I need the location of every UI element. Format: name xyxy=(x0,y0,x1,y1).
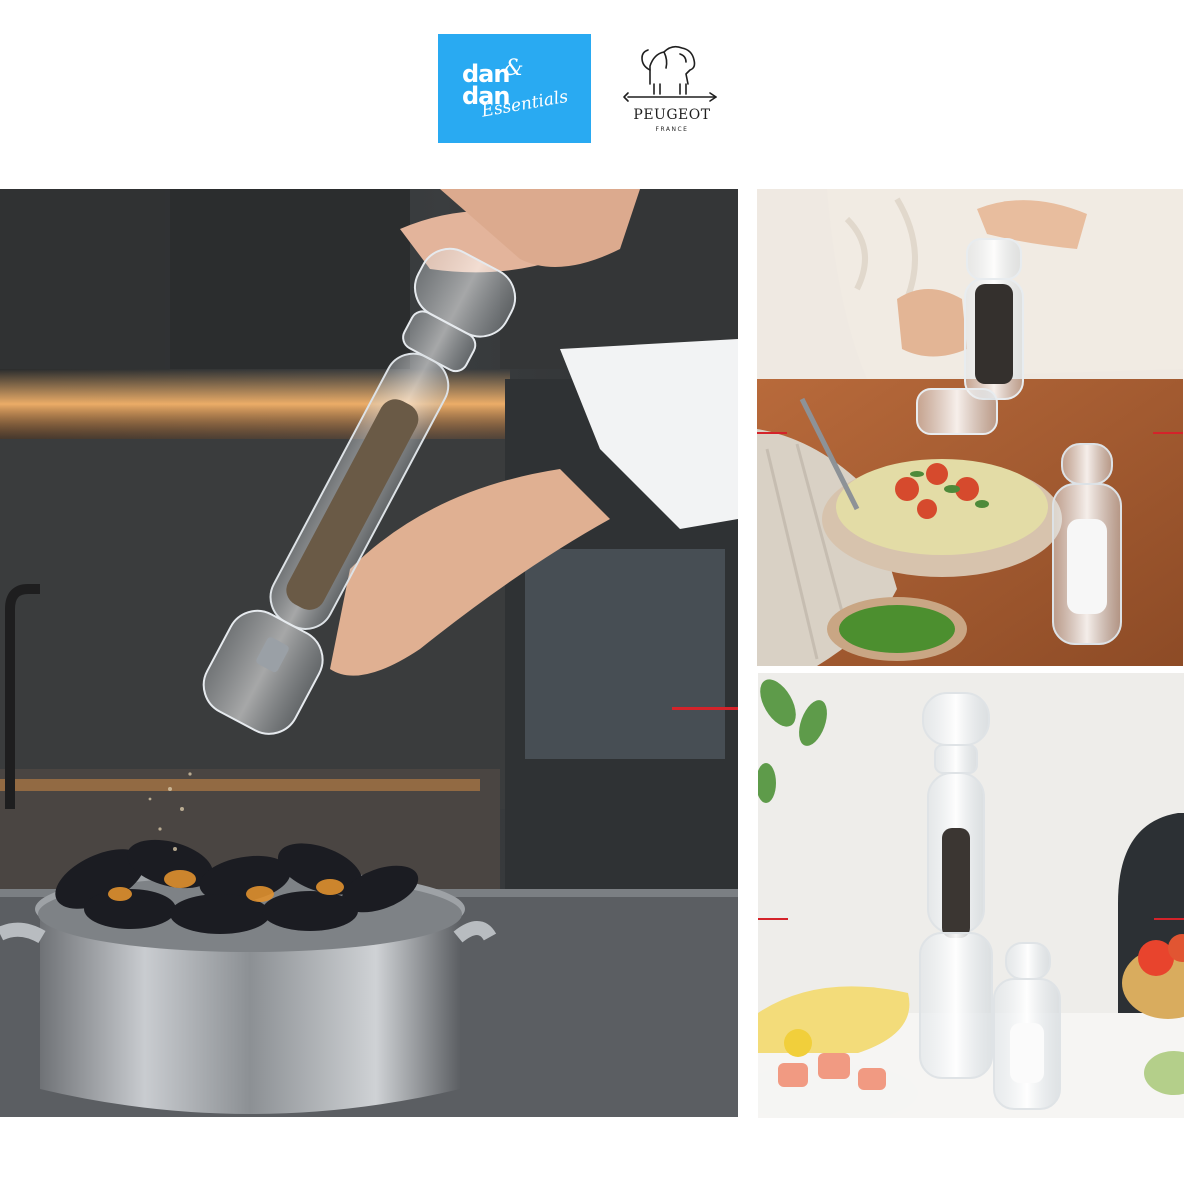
peugeot-country: FRANCE xyxy=(655,126,689,133)
peugeot-wordmark: PEUGEOT xyxy=(633,107,711,123)
main-photo xyxy=(0,189,738,1117)
top-right-photo xyxy=(757,189,1183,666)
dandan-essentials-logo: dan & dan Essentials xyxy=(438,34,591,143)
lion-emblem-icon xyxy=(623,45,717,102)
logo-ampersand: & xyxy=(504,56,524,81)
peugeot-logo: PEUGEOT FRANCE xyxy=(620,40,724,144)
bottom-right-photo xyxy=(758,673,1184,1118)
